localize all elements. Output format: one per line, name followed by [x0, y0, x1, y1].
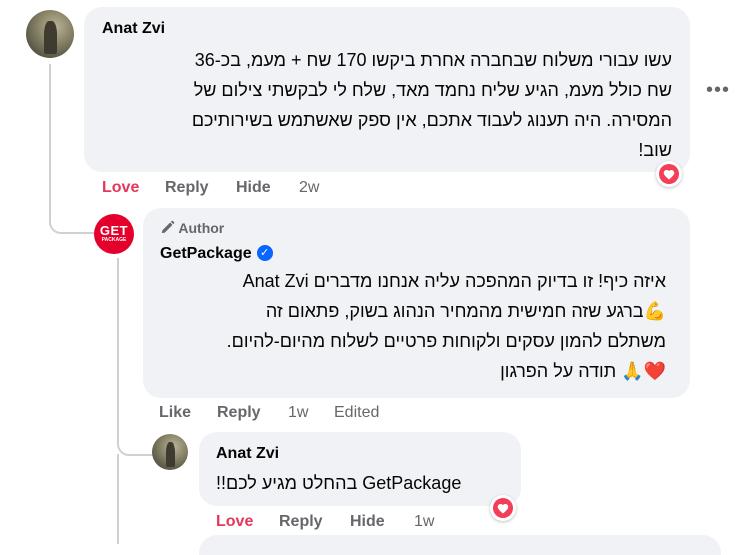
reply-button[interactable]: Reply [279, 513, 323, 531]
comment-text: עשו עבורי משלוח שבחברה אחרת ביקשו 170 שח… [82, 45, 672, 165]
love-button[interactable]: Love [216, 513, 253, 531]
hide-button[interactable]: Hide [236, 179, 271, 197]
reply-actions: Like Reply 1w Edited [159, 404, 419, 424]
getpackage-avatar[interactable]: GET PACKAGE [94, 214, 134, 254]
pencil-icon [161, 220, 175, 234]
thread-line-main [49, 64, 51, 214]
logo-text: GET [99, 223, 129, 238]
reply-text: איזה כיף! זו בדיוק המהפכה עליה אנחנו מדב… [146, 266, 666, 386]
reaction-badge[interactable] [490, 495, 516, 521]
reply-author[interactable]: GetPackage ✓ [160, 245, 273, 263]
thread-line-reply [117, 258, 119, 438]
comment-line: המסירה. היה תענוג לעבוד אתכם, אין ספק שא… [191, 110, 672, 130]
next-comment-bubble [199, 535, 721, 555]
timestamp[interactable]: 2w [299, 179, 319, 197]
reply-line: משתלם להמון עסקים ולקוחות פרטיים לשלוח מ… [226, 331, 666, 351]
reaction-badge[interactable] [656, 161, 682, 187]
comment-actions: Love Reply Hide 2w [102, 179, 362, 199]
reply-bubble: Author GetPackage ✓ איזה כיף! זו בדיוק המ… [143, 208, 690, 398]
avatar[interactable] [152, 434, 188, 470]
hide-button[interactable]: Hide [350, 513, 385, 531]
reply-line: ❤️🙏 תודה על הפרגון [500, 361, 666, 381]
thread-curve-1 [49, 196, 95, 234]
thread-line-lower [117, 454, 119, 544]
reply-button[interactable]: Reply [217, 404, 261, 422]
timestamp[interactable]: 1w [414, 513, 434, 531]
comment-author[interactable]: Anat Zvi [102, 20, 165, 38]
reply-line: איזה כיף! זו בדיוק המהפכה עליה אנחנו מדב… [242, 271, 666, 291]
reply-author[interactable]: Anat Zvi [216, 445, 279, 463]
comment-line: שח כולל מעמ, הגיע שליח נחמד מאד, שלח לי … [193, 80, 672, 100]
reply-button[interactable]: Reply [165, 179, 209, 197]
comment-bubble: Anat Zvi עשו עבורי משלוח שבחברה אחרת ביק… [84, 7, 690, 172]
like-button[interactable]: Like [159, 404, 191, 422]
reply-actions: Love Reply Hide 1w [216, 513, 456, 533]
more-options-icon[interactable]: ••• [706, 79, 730, 102]
reply-bubble: Anat Zvi GetPackage בהחלט מגיע לכם!! [199, 432, 521, 506]
heart-icon [497, 503, 509, 513]
thread-curve-2 [117, 420, 157, 456]
timestamp[interactable]: 1w [288, 404, 308, 422]
reply-line: 💪ברגע שזה חמישית מהמחיר הנהוג בשוק, פתאו… [265, 301, 666, 321]
comment-line: שוב! [638, 140, 672, 160]
avatar[interactable] [26, 10, 74, 58]
comment-line: עשו עבורי משלוח שבחברה אחרת ביקשו 170 שח… [194, 50, 672, 70]
reply-text: GetPackage בהחלט מגיע לכם!! [216, 473, 462, 493]
reply-author-name[interactable]: GetPackage [160, 245, 252, 262]
love-button[interactable]: Love [102, 179, 139, 197]
logo-subtext: PACKAGE [101, 237, 127, 243]
verified-badge-icon: ✓ [256, 245, 273, 261]
edited-label: Edited [334, 404, 380, 421]
author-badge-label: Author [178, 220, 225, 236]
heart-icon [663, 169, 675, 179]
author-badge: Author [160, 220, 224, 236]
